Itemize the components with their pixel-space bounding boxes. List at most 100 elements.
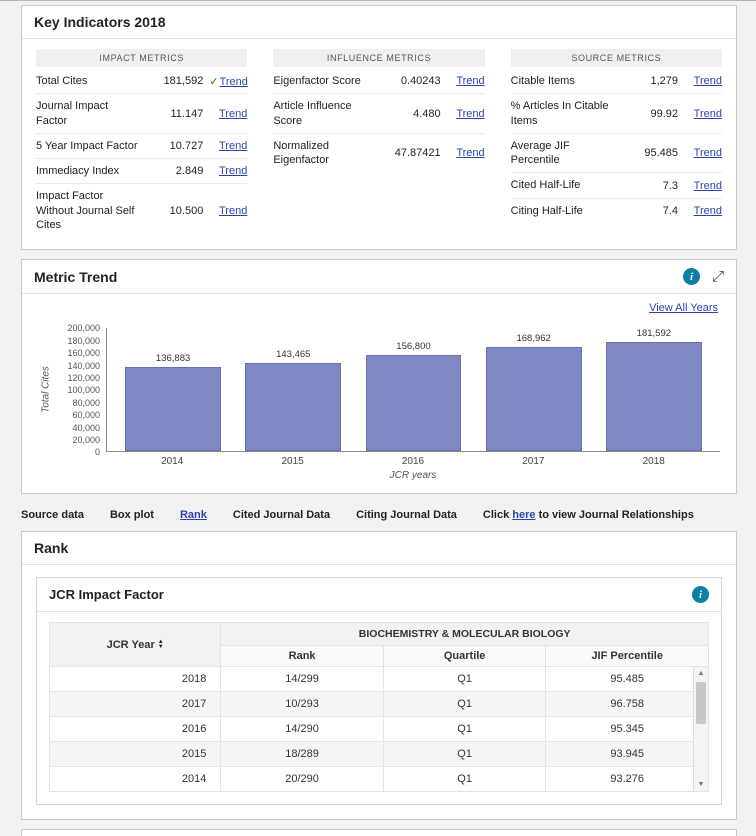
trend-link[interactable]: Trend (694, 108, 722, 120)
rank-panel: Rank JCR Impact Factor i JCR Year ▲ ▼ BI… (21, 531, 737, 821)
cell-rank: 14/290 (220, 716, 384, 743)
cell-jif-percentile: 95.485 (545, 666, 709, 693)
chart-y-axis: 0 20,000 40,000 60,000 80,000 100,000 120,000 1… (54, 323, 106, 457)
metric-group-rows: Total Cites 181,592 ✓Trend Journal Impac… (36, 69, 248, 237)
trend-link[interactable]: Trend (220, 76, 248, 88)
trend-link[interactable]: Trend (694, 75, 722, 87)
metric-group-header: IMPACT METRICS (36, 49, 248, 67)
trend-link[interactable]: Trend (694, 180, 722, 192)
metric-trend-cell: ✓Trend (684, 75, 722, 87)
metric-trend-cell: ✓Trend (209, 165, 247, 177)
cell-quartile: Q1 (382, 716, 547, 743)
metric-label: Cited Half-Life (510, 179, 581, 192)
info-icon[interactable]: i (682, 268, 700, 286)
x-axis-tick-label: 2015 (281, 456, 304, 468)
tab-source-data[interactable]: Source data (21, 509, 84, 521)
rank-title-row: Rank (22, 532, 736, 566)
bar[interactable] (485, 347, 582, 452)
bar[interactable] (365, 354, 462, 452)
metric-value: 10.727 (169, 140, 204, 153)
tab-bar: Source data Box plot Rank Cited Journal Dat… (21, 503, 737, 531)
key-indicators-columns: IMPACT METRICS Total Cites 181,592 ✓Tren… (22, 39, 736, 249)
metric-label: Citable Items (510, 75, 575, 87)
table-row: 2017 10/293 Q1 96.758 (48, 691, 709, 718)
journal-relationships-text-before: Click (482, 509, 513, 522)
trend-link[interactable]: Trend (456, 147, 484, 159)
table-row: 2016 14/290 Q1 95.345 (48, 716, 709, 743)
cell-jcr-year: 2016 (48, 716, 222, 743)
rank-table-container: JCR Year ▲ ▼ BIOCHEMISTRY & MOLECULAR BIOL… (37, 612, 721, 804)
metric-group: SOURCE METRICS Citable Items 1,279 ✓Tren… (510, 49, 722, 237)
metric-row: Journal Impact Factor 11.147 ✓Trend (36, 94, 248, 134)
metric-row: % Articles In Citable Items 99.92 ✓Trend (510, 94, 722, 134)
jcr-impact-factor-icons: i (692, 586, 709, 604)
tab-citing-journal-data[interactable]: Citing Journal Data (356, 509, 457, 521)
cell-quartile: Q1 (382, 741, 547, 768)
metric-label: Impact Factor Without Journal Self Cites (36, 190, 135, 232)
metric-trend-cell: ✓Trend (447, 75, 484, 87)
jcr-year-header[interactable]: JCR Year ▲ ▼ (48, 622, 222, 668)
trend-link[interactable]: Trend (694, 205, 722, 217)
trend-link[interactable]: Trend (219, 140, 247, 152)
bar-group: 156,800 (356, 328, 470, 452)
bar-group: 181,592 (597, 328, 711, 452)
table-scrollbar[interactable]: ▲ ▼ (693, 667, 708, 792)
cell-jif-percentile: 95.345 (545, 716, 709, 743)
cell-quartile: Q1 (382, 766, 547, 793)
cell-jif-percentile: 93.945 (545, 741, 709, 768)
metric-value: 7.3 (662, 179, 678, 192)
trend-link[interactable]: Trend (456, 108, 484, 120)
expand-icon[interactable]: ⤢ (712, 269, 724, 284)
tab-rank[interactable]: Rank (180, 509, 207, 521)
scrollbar-thumb[interactable] (696, 682, 706, 724)
trend-link[interactable]: Trend (219, 108, 247, 120)
bar-group: 143,465 (236, 328, 350, 452)
cell-rank: 20/290 (220, 766, 384, 793)
metric-row: Impact Factor Without Journal Self Cites… (36, 184, 247, 237)
bar[interactable] (125, 367, 222, 452)
metric-trend-cell: ✓Trend (447, 147, 484, 159)
metric-row: Immediacy Index 2.849 ✓Trend (36, 159, 248, 185)
metric-label: Citing Half-Life (510, 204, 583, 217)
y-axis-tick-label: 60,000 (72, 410, 100, 421)
x-axis-tick-label: 2016 (401, 456, 425, 468)
cell-jcr-year: 2015 (48, 741, 222, 768)
rank-title: Rank (34, 540, 69, 557)
jcr-impact-factor-panel: JCR Impact Factor i JCR Year ▲ ▼ BIOCHEMIS… (36, 577, 722, 806)
metric-label: Average JIF Percentile (510, 139, 570, 167)
scroll-up-button[interactable]: ▲ (698, 667, 705, 680)
metric-trend-cell: ✓Trend (684, 108, 722, 120)
table-row: 2015 18/289 Q1 93.945 (48, 741, 709, 768)
metric-trend-cell: ✓Trend (684, 147, 722, 159)
trend-link[interactable]: Trend (456, 75, 484, 87)
metric-trend-cell: ✓Trend (447, 108, 484, 120)
bar[interactable] (605, 342, 702, 452)
bar[interactable] (245, 363, 342, 452)
journal-relationships-link[interactable]: here (512, 509, 535, 521)
jif-percentile-column-header: JIF Percentile (545, 645, 709, 668)
trend-link[interactable]: Trend (694, 147, 722, 159)
metric-trend-title-row: Metric Trend i ⤢ (22, 260, 736, 295)
journal-relationships-text: Click here to view Journal Relationships (483, 509, 694, 521)
cell-quartile: Q1 (382, 691, 547, 718)
cell-jcr-year: 2014 (48, 766, 222, 793)
scroll-down-button[interactable]: ▼ (698, 778, 705, 791)
metric-group-header: INFLUENCE METRICS (273, 49, 485, 67)
bar-chart: Total Cites 0 20,000 40,000 60,000 80,000 100… (38, 323, 720, 481)
y-axis-tick-label: 40,000 (72, 422, 100, 433)
sort-icon[interactable]: ▲ ▼ (157, 639, 164, 650)
chart-x-axis: 2014 2015 2016 2017 2018 (106, 452, 720, 467)
trend-link[interactable]: Trend (219, 165, 247, 177)
tab-box-plot[interactable]: Box plot (110, 509, 154, 521)
trend-link[interactable]: Trend (219, 205, 247, 217)
tab-cited-journal-data[interactable]: Cited Journal Data (233, 509, 330, 521)
cell-jcr-year: 2018 (48, 666, 222, 693)
y-axis-tick-label: 140,000 (67, 360, 100, 371)
scrollbar-track[interactable] (694, 680, 708, 778)
journal-relationships-text-after: to view Journal Relationships (535, 509, 694, 522)
sort-down-icon: ▼ (157, 643, 164, 650)
info-icon[interactable]: i (692, 586, 709, 604)
view-all-years-link[interactable]: View All Years (649, 302, 718, 314)
key-indicators-title-row: Key Indicators 2018 (22, 6, 736, 39)
y-axis-tick-label: 120,000 (67, 372, 100, 383)
